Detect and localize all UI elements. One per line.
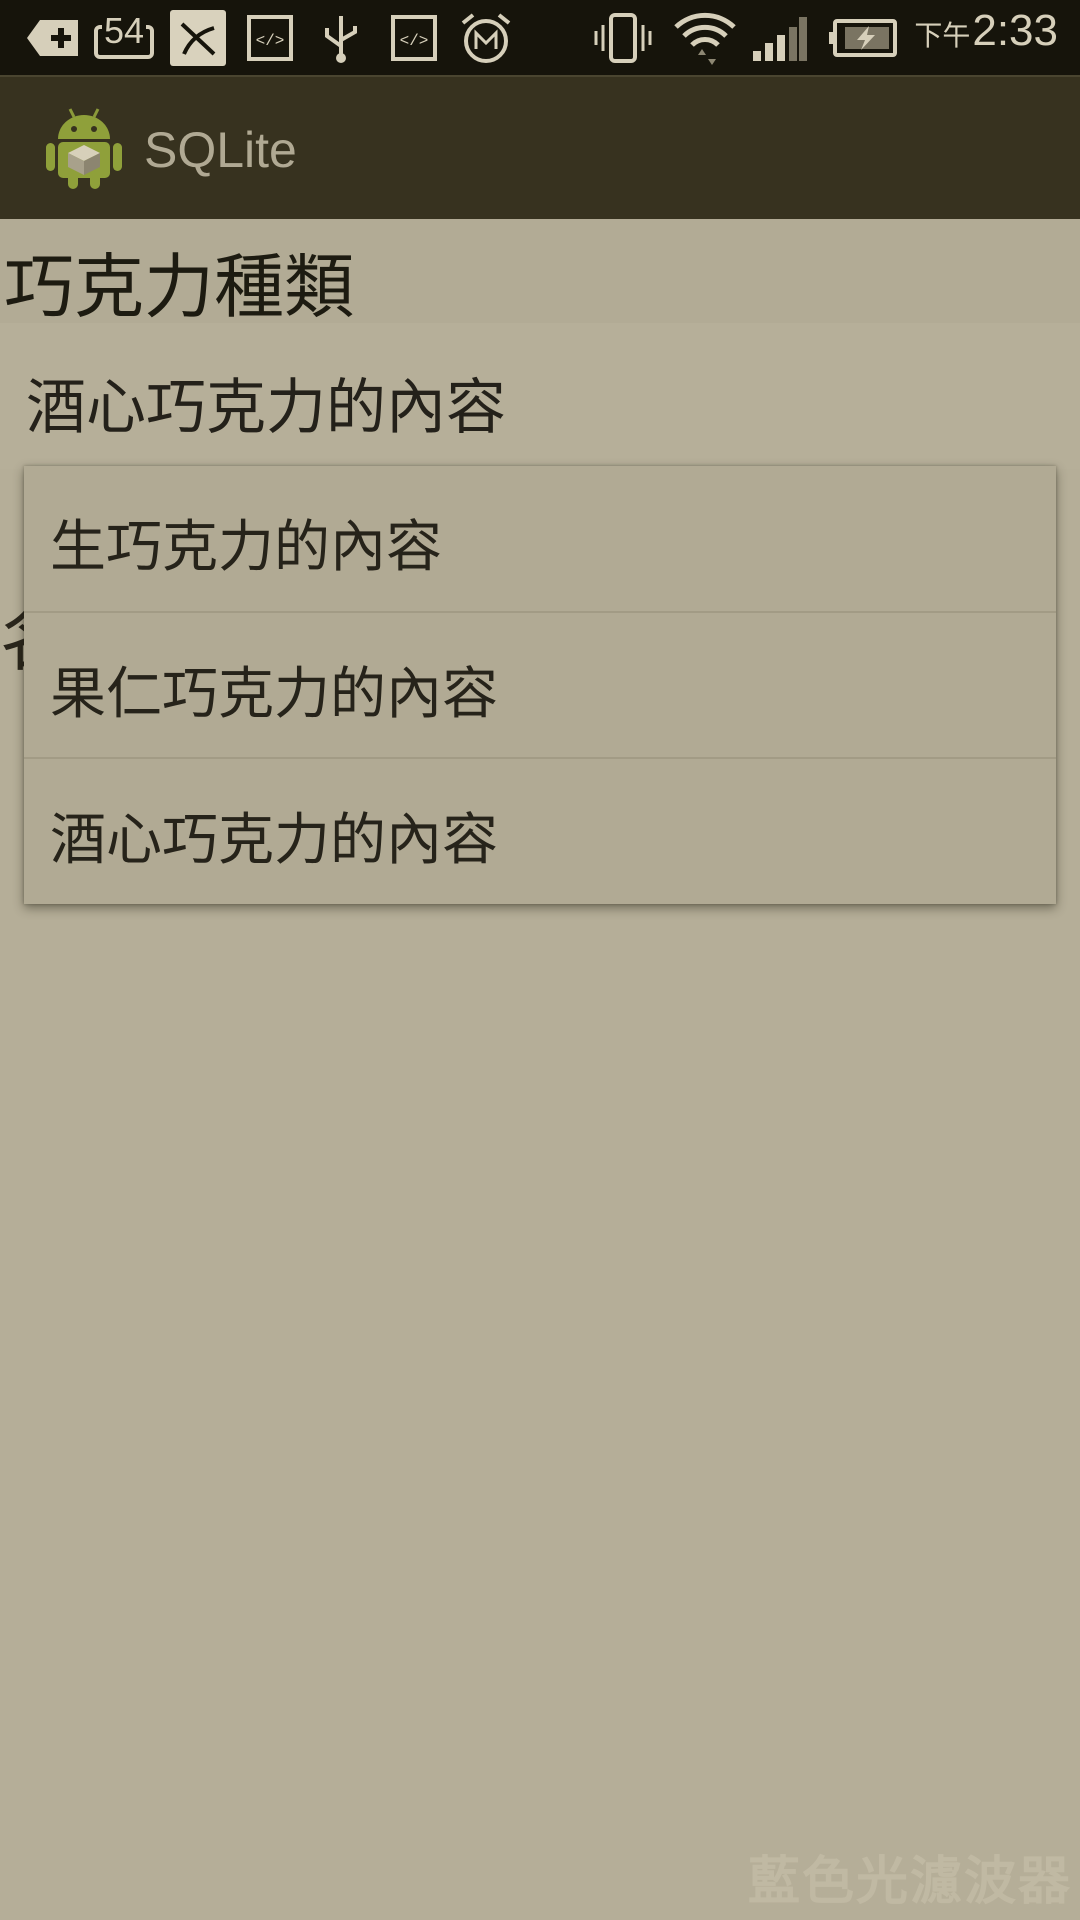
add-icon [24, 10, 82, 66]
spinner-dropdown: 生巧克力的內容 果仁巧克力的內容 酒心巧克力的內容 [24, 466, 1056, 904]
watermark: 藍色光濾波器 [747, 1852, 1072, 1912]
clock: 下午 2:33 [914, 6, 1058, 68]
android-icon[interactable] [46, 105, 122, 191]
vibrate-icon [592, 10, 654, 66]
app-title: SQLite [144, 122, 297, 178]
signal-icon [750, 10, 808, 66]
wifi-icon [670, 10, 740, 66]
action-bar: SQLite [0, 75, 1080, 219]
dropdown-item-raw-chocolate[interactable]: 生巧克力的內容 [24, 466, 1056, 611]
status-bar: 54 </> </> 下午 2:33 [0, 0, 1080, 75]
svg-text:</>: </> [256, 32, 285, 50]
no-disturb-icon [170, 10, 226, 66]
chocolate-spinner[interactable]: 酒心巧克力的內容 [0, 323, 1080, 469]
usb-icon [318, 10, 364, 66]
dropdown-item-liqueur-chocolate[interactable]: 酒心巧克力的內容 [24, 759, 1056, 904]
dropdown-item-nut-chocolate[interactable]: 果仁巧克力的內容 [24, 613, 1056, 758]
code-icon: </> [390, 10, 438, 66]
mail-count-icon: 54 [92, 10, 158, 66]
battery-charging-icon [826, 10, 898, 66]
alarm-icon [456, 10, 516, 66]
code-icon: </> [246, 10, 294, 66]
clock-time: 2:33 [972, 6, 1058, 55]
obscured-label: 名 [0, 600, 24, 680]
clock-ampm: 下午 [914, 20, 971, 51]
svg-text:</>: </> [400, 32, 429, 50]
notification-count: 54 [102, 10, 147, 52]
chocolate-type-label: 巧克力種類 [0, 219, 1080, 328]
